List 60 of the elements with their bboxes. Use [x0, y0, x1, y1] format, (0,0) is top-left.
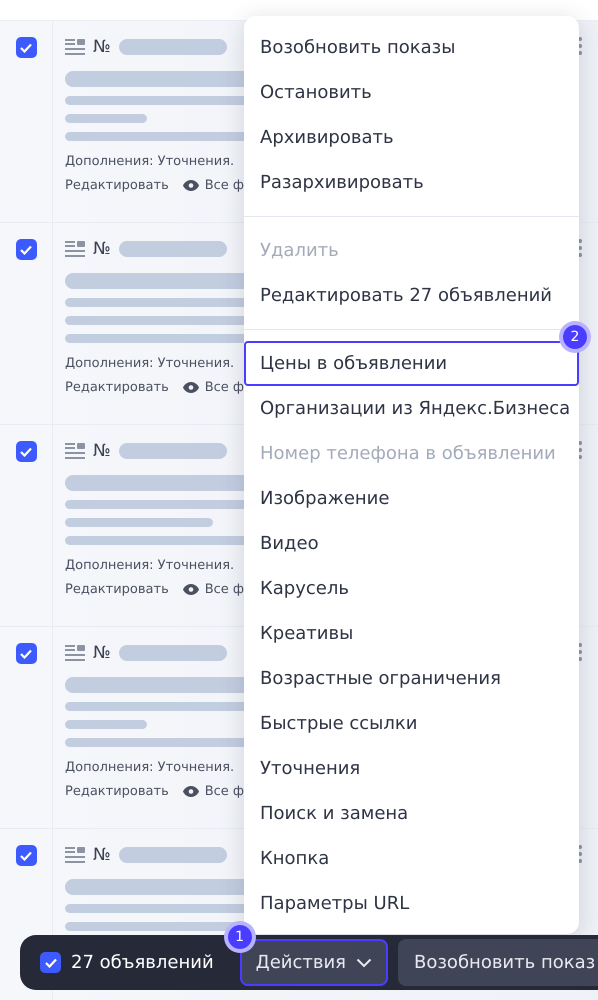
edit-link[interactable]: Редактировать [65, 178, 169, 193]
checkbox[interactable] [16, 643, 36, 664]
menu-item[interactable]: Цены в объявлении [244, 341, 579, 386]
check-icon [20, 446, 32, 456]
menu-item[interactable]: Быстрые ссылки [244, 701, 579, 746]
text-ad-icon [65, 645, 85, 661]
menu-item[interactable]: Карусель [244, 566, 579, 611]
formats-link[interactable]: Все ф [204, 380, 244, 395]
check-icon [20, 42, 32, 52]
menu-item[interactable]: Разархивировать [244, 160, 579, 205]
formats-link[interactable]: Все ф [204, 178, 244, 193]
number-label: № [93, 845, 111, 865]
checkbox[interactable] [16, 239, 36, 260]
edit-link[interactable]: Редактировать [65, 784, 169, 799]
text-ad-icon [65, 443, 85, 459]
check-icon [20, 244, 32, 254]
eye-icon [182, 584, 199, 595]
eye-icon [182, 382, 199, 393]
number-label: № [93, 441, 111, 461]
edit-link[interactable]: Редактировать [65, 582, 169, 597]
menu-item[interactable]: Поиск и замена [244, 791, 579, 836]
text-ad-icon [65, 847, 85, 863]
text-ad-icon [65, 241, 85, 257]
menu-item[interactable]: Видео [244, 521, 579, 566]
resume-button[interactable]: Возобновить показ [398, 939, 598, 986]
formats-link[interactable]: Все ф [204, 582, 244, 597]
number-label: № [93, 239, 111, 259]
menu-item[interactable]: Креативы [244, 611, 579, 656]
eye-icon [182, 180, 199, 191]
menu-item[interactable]: Организации из Яндекс.Бизнеса [244, 386, 579, 431]
menu-item[interactable]: Уточнения [244, 746, 579, 791]
menu-item[interactable]: Кнопка [244, 836, 579, 881]
formats-link[interactable]: Все ф [204, 784, 244, 799]
step-badge: 2 [563, 325, 587, 349]
checkbox[interactable] [40, 952, 61, 973]
menu-item[interactable]: Редактировать 27 объявлений [244, 273, 579, 318]
extras-text: Дополнения: Уточнения. [65, 760, 234, 775]
check-icon [44, 958, 56, 968]
menu-item[interactable]: Возрастные ограничения [244, 656, 579, 701]
menu-item[interactable]: Архивировать [244, 115, 579, 160]
extras-text: Дополнения: Уточнения. [65, 558, 234, 573]
step-badge: 1 [228, 925, 252, 949]
text-ad-icon [65, 39, 85, 55]
check-icon [20, 850, 32, 860]
menu-item[interactable]: Возобновить показы [244, 25, 579, 70]
menu-item[interactable]: Остановить [244, 70, 579, 115]
checkbox[interactable] [16, 441, 36, 462]
menu-item[interactable]: Изображение [244, 476, 579, 521]
extras-text: Дополнения: Уточнения. [65, 356, 234, 371]
number-label: № [93, 643, 111, 663]
extras-text: Дополнения: Уточнения. [65, 154, 234, 169]
checkbox[interactable] [16, 845, 36, 866]
check-icon [20, 648, 32, 658]
menu-item[interactable]: Параметры URL [244, 881, 579, 926]
selected-count: 27 объявлений [71, 952, 214, 973]
edit-link[interactable]: Редактировать [65, 380, 169, 395]
checkbox[interactable] [16, 37, 36, 58]
chevron-down-icon [356, 958, 372, 968]
number-label: № [93, 37, 111, 57]
eye-icon [182, 786, 199, 797]
